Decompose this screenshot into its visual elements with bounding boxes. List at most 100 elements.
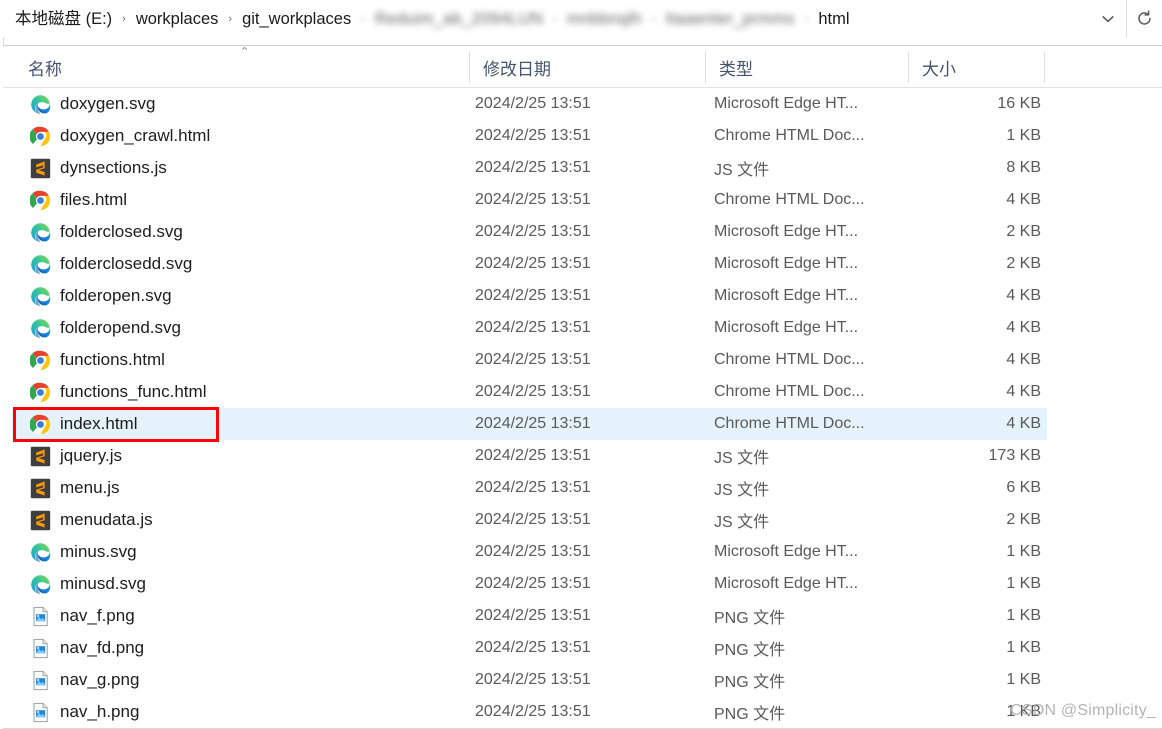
breadcrumb-segment-2[interactable]: git_workplaces xyxy=(240,7,353,31)
breadcrumb-segment-4[interactable]: mnbbnqlh xyxy=(565,7,644,31)
file-date-cell: 2024/2/25 13:51 xyxy=(475,639,591,656)
file-date-cell: 2024/2/25 13:51 xyxy=(475,95,591,112)
file-size-cell: 4 KB xyxy=(1006,383,1041,400)
file-row[interactable]: folderopen.svg 2024/2/25 13:51 Microsoft E… xyxy=(12,280,1047,312)
file-row[interactable]: minusd.svg 2024/2/25 13:51 Microsoft Edge … xyxy=(12,568,1047,600)
file-row[interactable]: nav_h.png 2024/2/25 13:51 PNG 文件 1 KB xyxy=(12,696,1047,728)
file-name-cell[interactable]: folderclosedd.svg xyxy=(12,248,192,280)
file-icon xyxy=(29,381,51,403)
breadcrumb-dropdown-button[interactable] xyxy=(1090,0,1126,37)
edge-icon xyxy=(30,542,51,563)
file-name-cell[interactable]: nav_f.png xyxy=(12,600,135,632)
file-name-cell[interactable]: dynsections.js xyxy=(12,152,167,184)
file-name-label: nav_h.png xyxy=(60,702,140,721)
file-name-cell[interactable]: folderopend.svg xyxy=(12,312,181,344)
file-row[interactable]: files.html 2024/2/25 13:51 Chrome HTML Doc… xyxy=(12,184,1047,216)
chrome-icon xyxy=(29,414,51,435)
file-row[interactable]: folderopend.svg 2024/2/25 13:51 Microsoft … xyxy=(12,312,1047,344)
file-name-cell[interactable]: jquery.js xyxy=(12,440,122,472)
address-bar[interactable]: 本地磁盘 (E:) › workplaces › git_workplaces › Redu… xyxy=(0,0,1162,37)
breadcrumb[interactable]: 本地磁盘 (E:) › workplaces › git_workplaces › Redu… xyxy=(0,0,1090,37)
file-name-label: folderclosedd.svg xyxy=(60,254,193,273)
file-size-cell: 2 KB xyxy=(1006,511,1041,528)
file-row[interactable]: doxygen.svg 2024/2/25 13:51 Microsoft Edge… xyxy=(12,88,1047,120)
file-name-cell[interactable]: minusd.svg xyxy=(12,568,146,600)
breadcrumb-separator: › xyxy=(361,12,365,25)
file-row[interactable]: nav_f.png 2024/2/25 13:51 PNG 文件 1 KB xyxy=(12,600,1047,632)
file-explorer-window: 本地磁盘 (E:) › workplaces › git_workplaces › Redu… xyxy=(0,0,1162,729)
file-row[interactable]: minus.svg 2024/2/25 13:51 Microsoft Edge H… xyxy=(12,536,1047,568)
file-name-label: doxygen_crawl.html xyxy=(60,126,211,145)
breadcrumb-segment-6[interactable]: html xyxy=(816,7,851,31)
file-name-cell[interactable]: functions.html xyxy=(12,344,165,376)
chrome-icon xyxy=(29,126,51,147)
file-row[interactable]: menu.js 2024/2/25 13:51 JS 文件 6 KB xyxy=(12,472,1047,504)
file-name-cell[interactable]: folderopen.svg xyxy=(12,280,172,312)
file-size-cell: 4 KB xyxy=(1006,319,1041,336)
file-name-cell[interactable]: minus.svg xyxy=(12,536,137,568)
file-row[interactable]: doxygen_crawl.html 2024/2/25 13:51 Chrome … xyxy=(12,120,1047,152)
file-type-cell: PNG 文件 xyxy=(714,642,786,659)
file-icon xyxy=(29,669,51,691)
breadcrumb-segment-0[interactable]: 本地磁盘 (E:) xyxy=(13,7,114,31)
file-size-cell: 1 KB xyxy=(1006,127,1041,144)
file-icon xyxy=(29,253,51,275)
file-name-cell[interactable]: files.html xyxy=(12,184,127,216)
refresh-button[interactable] xyxy=(1126,0,1162,37)
file-name-label: menudata.js xyxy=(60,510,153,529)
file-icon xyxy=(29,637,51,659)
png-icon xyxy=(30,638,51,659)
file-icon xyxy=(29,157,51,179)
file-type-cell: PNG 文件 xyxy=(714,706,786,723)
file-row[interactable]: functions_func.html 2024/2/25 13:51 Chrome… xyxy=(12,376,1047,408)
column-header-date[interactable]: 修改日期 xyxy=(469,46,705,88)
file-icon xyxy=(29,221,51,243)
file-name-cell[interactable]: menudata.js xyxy=(12,504,153,536)
file-row[interactable]: folderclosed.svg 2024/2/25 13:51 Microsoft… xyxy=(12,216,1047,248)
breadcrumb-segment-5[interactable]: Itaaenter_prmms xyxy=(663,7,796,31)
file-name-cell[interactable]: functions_func.html xyxy=(12,376,206,408)
file-name-cell[interactable]: nav_fd.png xyxy=(12,632,144,664)
file-name-cell[interactable]: nav_g.png xyxy=(12,664,139,696)
edge-icon xyxy=(30,254,51,275)
png-icon xyxy=(30,606,51,627)
file-row[interactable]: nav_g.png 2024/2/25 13:51 PNG 文件 1 KB xyxy=(12,664,1047,696)
file-name-label: menu.js xyxy=(60,478,120,497)
file-name-cell[interactable]: doxygen_crawl.html xyxy=(12,120,210,152)
file-row[interactable]: dynsections.js 2024/2/25 13:51 JS 文件 8 KB xyxy=(12,152,1047,184)
breadcrumb-segment-1[interactable]: workplaces xyxy=(134,7,221,31)
file-row[interactable]: menudata.js 2024/2/25 13:51 JS 文件 2 KB xyxy=(12,504,1047,536)
file-name-label: functions_func.html xyxy=(60,382,207,401)
file-row[interactable]: nav_fd.png 2024/2/25 13:51 PNG 文件 1 KB xyxy=(12,632,1047,664)
file-date-cell: 2024/2/25 13:51 xyxy=(475,511,591,528)
file-icon xyxy=(29,93,51,115)
file-icon xyxy=(29,541,51,563)
edge-icon xyxy=(30,222,51,243)
file-date-cell: 2024/2/25 13:51 xyxy=(475,703,591,720)
file-name-cell[interactable]: index.html xyxy=(12,408,137,440)
column-header-name[interactable]: 名称 xyxy=(14,46,469,88)
file-icon xyxy=(29,445,51,467)
column-divider-4[interactable] xyxy=(1044,52,1045,83)
file-row[interactable]: functions.html 2024/2/25 13:51 Chrome HTML… xyxy=(12,344,1047,376)
column-header-type[interactable]: 类型 xyxy=(705,46,908,88)
file-name-cell[interactable]: menu.js xyxy=(12,472,120,504)
file-date-cell: 2024/2/25 13:51 xyxy=(475,543,591,560)
file-row[interactable]: index.html 2024/2/25 13:51 Chrome HTML Doc… xyxy=(12,408,1047,440)
file-type-cell: JS 文件 xyxy=(714,162,770,179)
png-icon xyxy=(30,670,51,691)
file-name-cell[interactable]: folderclosed.svg xyxy=(12,216,183,248)
file-icon xyxy=(29,701,51,723)
watermark-text: CSDN @Simplicity_ xyxy=(1010,702,1156,719)
file-name-cell[interactable]: doxygen.svg xyxy=(12,88,155,120)
file-name-cell[interactable]: nav_h.png xyxy=(12,696,139,728)
file-list[interactable]: doxygen.svg 2024/2/25 13:51 Microsoft Edge… xyxy=(3,88,1162,729)
file-row[interactable]: folderclosedd.svg 2024/2/25 13:51 Microsof… xyxy=(12,248,1047,280)
breadcrumb-segment-3[interactable]: Reduim_ab_2094LUN xyxy=(373,7,545,31)
file-name-label: files.html xyxy=(60,190,128,209)
file-date-cell: 2024/2/25 13:51 xyxy=(475,575,591,592)
file-name-label: nav_fd.png xyxy=(60,638,145,657)
column-header-size[interactable]: 大小 xyxy=(908,46,1044,88)
file-size-cell: 1 KB xyxy=(1006,575,1041,592)
file-row[interactable]: jquery.js 2024/2/25 13:51 JS 文件 173 KB xyxy=(12,440,1047,472)
